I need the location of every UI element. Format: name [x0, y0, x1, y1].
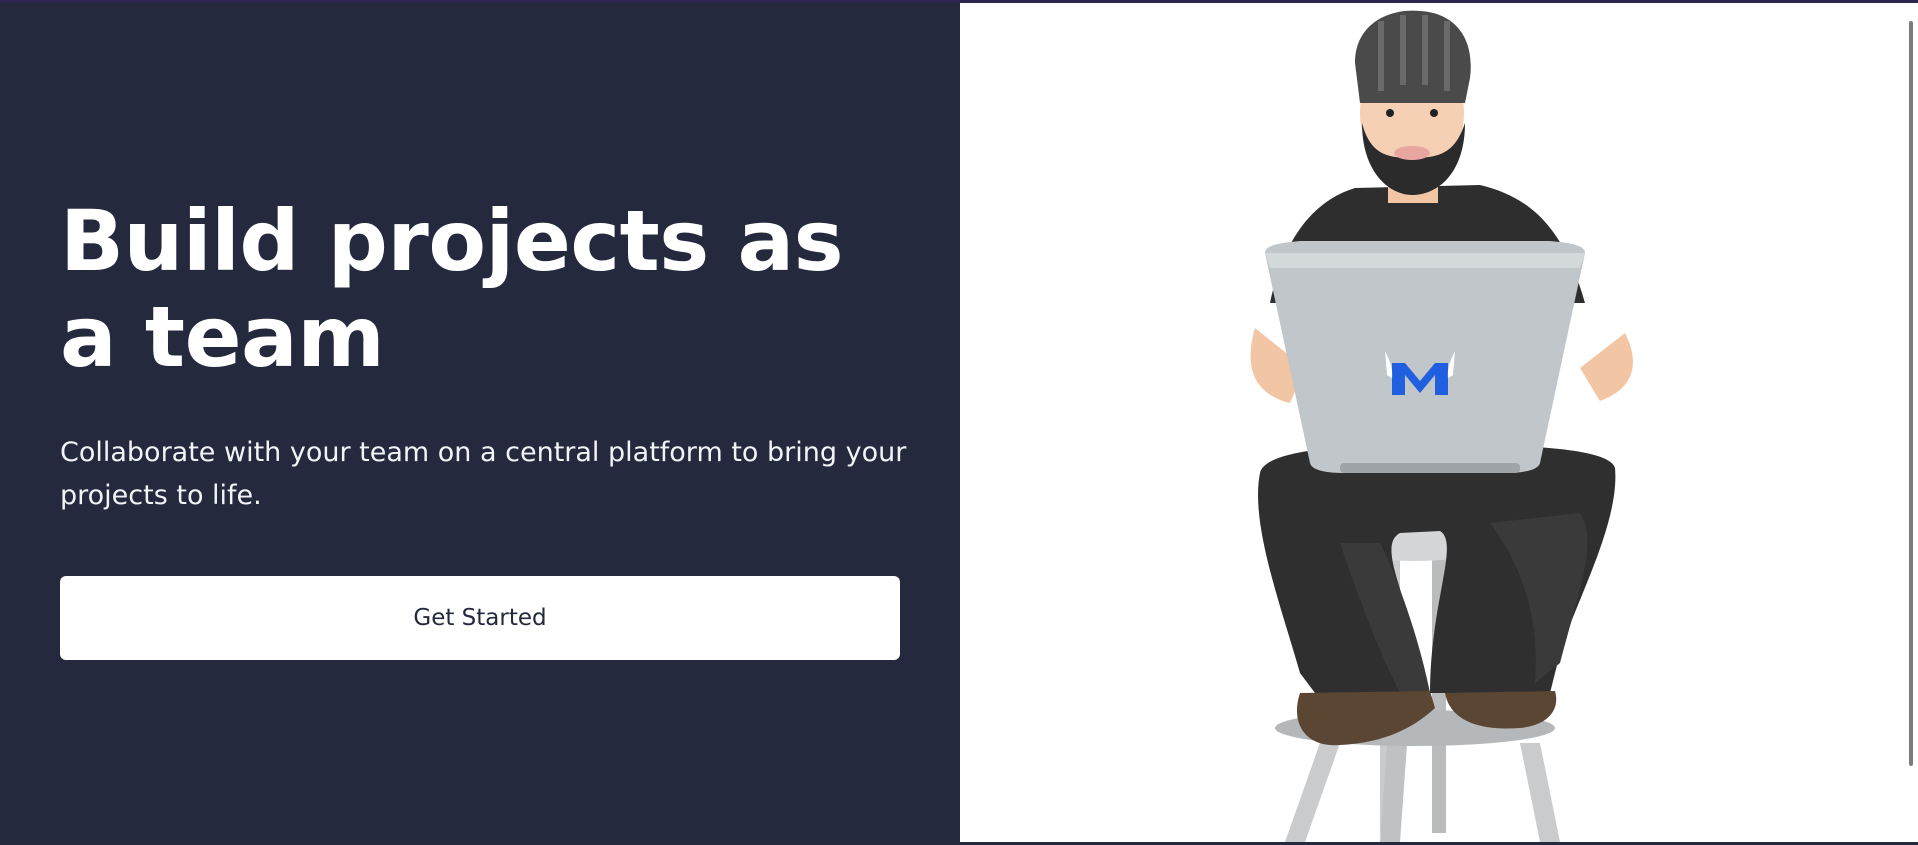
hero-subtitle: Collaborate with your team on a central …: [60, 437, 907, 511]
scrollbar-thumb[interactable]: [1909, 21, 1913, 766]
laptop-illustration: [1265, 241, 1585, 473]
head-illustration: [1355, 10, 1471, 203]
get-started-button[interactable]: Get Started: [60, 576, 900, 660]
hero-panel: Build projects as a team Collaborate wit…: [0, 3, 960, 845]
vertical-scrollbar[interactable]: [1906, 3, 1918, 842]
illustration-panel: [960, 3, 1918, 842]
person-with-laptop-illustration: [1250, 10, 1633, 842]
hero-title: Build projects as a team: [60, 192, 844, 386]
